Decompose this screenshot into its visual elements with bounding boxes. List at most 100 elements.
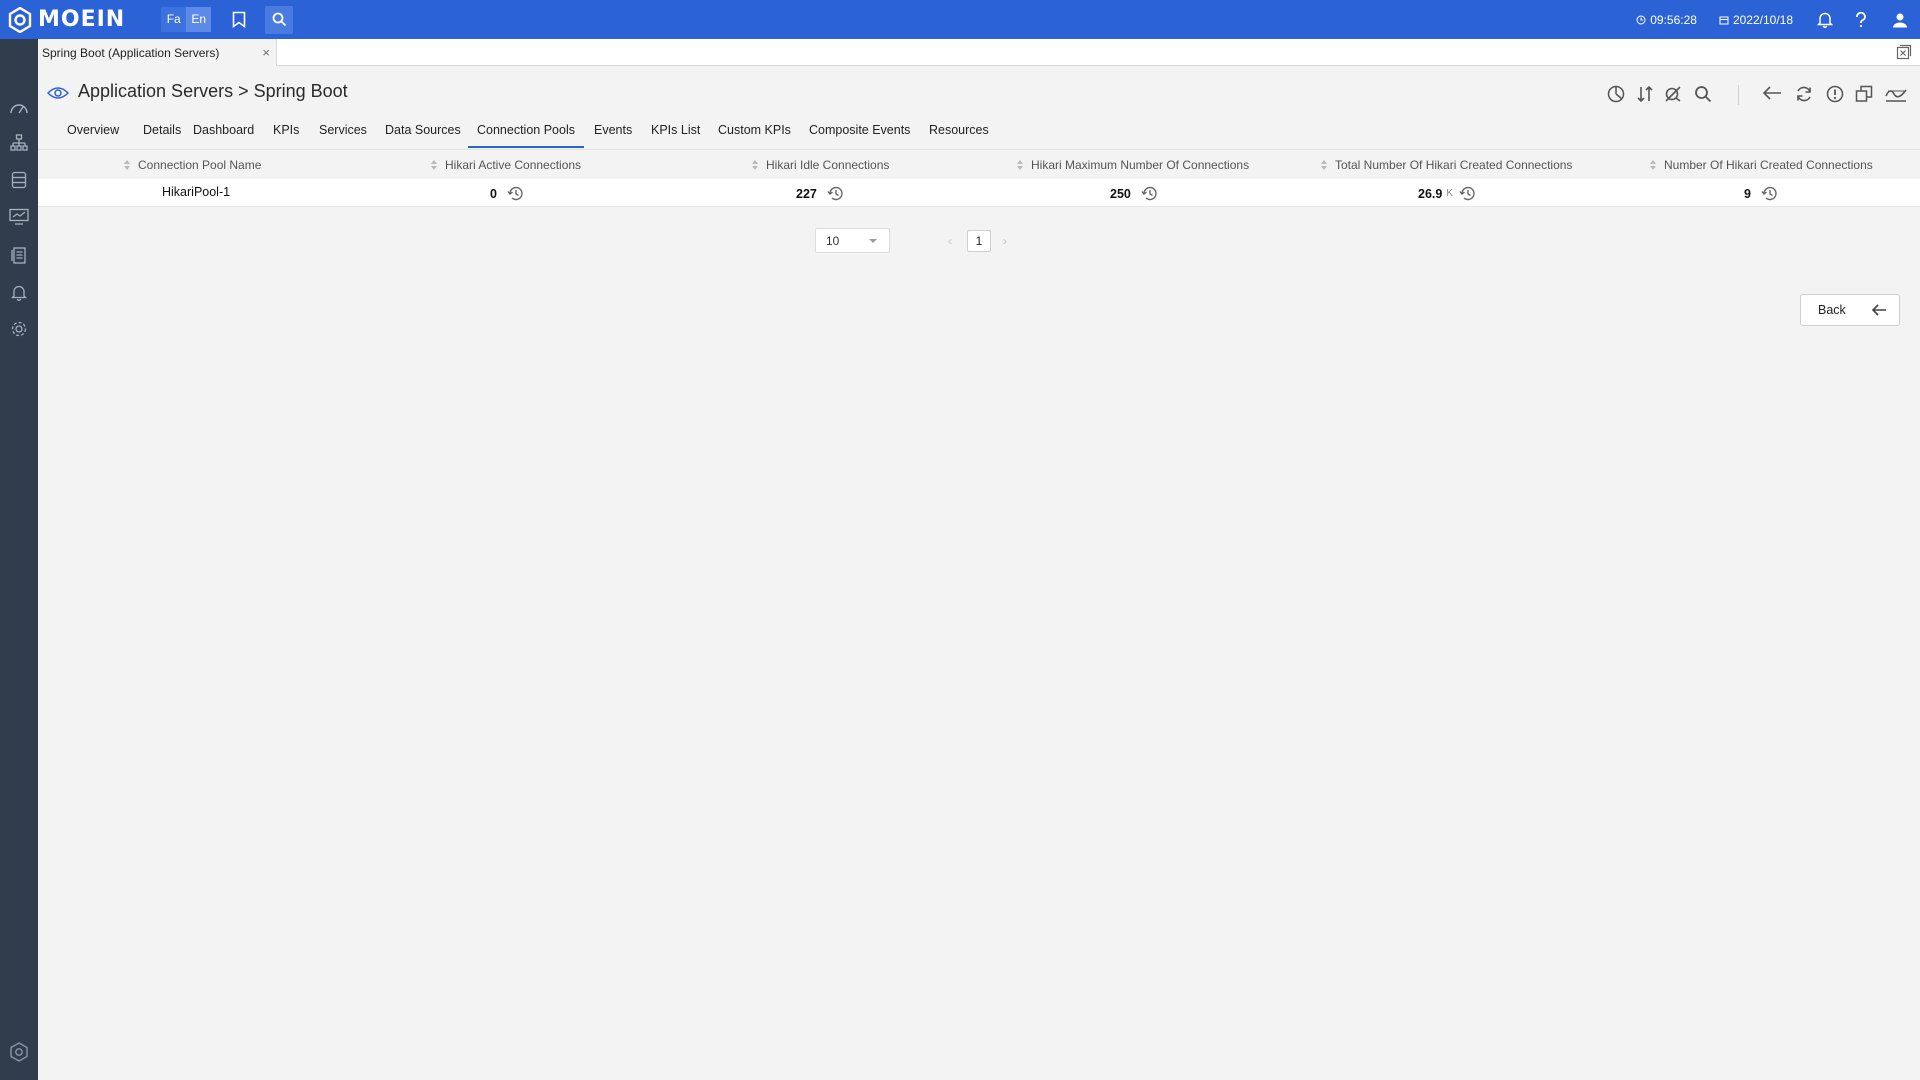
info-icon — [1826, 85, 1844, 103]
active-value: 0 — [490, 186, 497, 201]
tab-kpis-list[interactable]: KPIs List — [642, 120, 709, 148]
sidebar-item-brand[interactable] — [8, 1041, 30, 1063]
tab-overview[interactable]: Overview — [58, 120, 128, 148]
history-icon[interactable] — [1761, 185, 1778, 202]
date: 2022/10/18 — [1719, 13, 1793, 27]
page-title: Application Servers > Spring Boot — [78, 81, 348, 101]
info-button[interactable] — [1826, 85, 1844, 108]
sidebar-item-alerts[interactable] — [8, 281, 30, 303]
sort-icon[interactable] — [1017, 160, 1023, 170]
wave-button[interactable] — [1885, 85, 1907, 108]
idle-value: 227 — [796, 186, 817, 201]
sort-icon[interactable] — [752, 160, 758, 170]
app-logo[interactable]: MOEIN — [7, 6, 125, 33]
monitor-icon — [9, 208, 29, 225]
bookmark-button[interactable] — [225, 6, 253, 34]
toolbar-divider — [1738, 85, 1739, 105]
arrow-left-icon — [1871, 303, 1887, 320]
sort-button[interactable] — [1637, 85, 1653, 108]
cell-active: 0 — [490, 185, 524, 202]
search-button[interactable] — [1694, 85, 1712, 108]
chart-button[interactable] — [1607, 85, 1625, 108]
close-all-icon — [1896, 44, 1912, 60]
eye-icon[interactable] — [46, 86, 70, 105]
back-nav-button[interactable] — [1762, 85, 1782, 106]
page-number-button[interactable]: 1 — [967, 230, 991, 252]
column-header-total-created[interactable]: Total Number Of Hikari Created Connectio… — [1321, 158, 1572, 172]
sort-icon[interactable] — [1321, 160, 1327, 170]
connection-pools-table: Connection Pool Name Hikari Active Conne… — [38, 149, 1920, 207]
cell-created: 9 — [1744, 185, 1778, 202]
clock-time: 09:56:28 — [1650, 12, 1697, 27]
sidebar-item-topology[interactable] — [8, 132, 30, 154]
next-page-button[interactable]: › — [1003, 234, 1007, 248]
history-icon[interactable] — [1459, 185, 1476, 202]
section-tabs: Overview Details Dashboard KPIs Services… — [38, 120, 1920, 148]
lang-fa-button[interactable]: Fa — [161, 7, 187, 32]
copy-button[interactable] — [1855, 85, 1873, 108]
prev-page-button[interactable]: ‹ — [948, 234, 952, 248]
page-size-select[interactable]: 10 — [815, 228, 890, 253]
chevron-down-icon — [869, 239, 877, 243]
column-header-pool-name[interactable]: Connection Pool Name — [124, 158, 261, 172]
user-menu-button[interactable] — [1892, 12, 1908, 28]
history-icon[interactable] — [827, 185, 844, 202]
tab-data-sources[interactable]: Data Sources — [376, 120, 470, 148]
history-icon[interactable] — [1141, 185, 1158, 202]
clock: 09:56:28 — [1636, 13, 1697, 27]
sort-icon[interactable] — [431, 160, 437, 170]
tab-close-button[interactable]: × — [262, 45, 270, 60]
help-icon — [1856, 11, 1866, 27]
cell-pool-name: HikariPool-1 — [162, 185, 231, 199]
sort-icon[interactable] — [124, 160, 130, 170]
tab-services[interactable]: Services — [310, 120, 376, 148]
tab-composite-events[interactable]: Composite Events — [800, 120, 919, 148]
document-tabs: Spring Boot (Application Servers) × — [38, 39, 1920, 66]
sidebar — [0, 39, 38, 1080]
lang-en-button[interactable]: En — [186, 7, 212, 32]
column-header-active[interactable]: Hikari Active Connections — [431, 158, 581, 172]
chart-icon — [1607, 85, 1625, 103]
top-bar: MOEIN Fa En 09:56:28 2022/10/18 — [0, 0, 1920, 39]
table-row[interactable]: HikariPool-1 0 227 250 26.9 K 9 — [38, 179, 1920, 207]
sidebar-item-dashboard[interactable] — [8, 97, 30, 119]
tab-kpis[interactable]: KPIs — [264, 120, 308, 148]
tab-label: Spring Boot (Application Servers) — [42, 45, 220, 60]
tab-custom-kpis[interactable]: Custom KPIs — [709, 120, 800, 148]
sidebar-item-monitor[interactable] — [8, 206, 30, 228]
max-value: 250 — [1110, 186, 1131, 201]
sidebar-item-database[interactable] — [8, 169, 30, 191]
history-icon[interactable] — [507, 185, 524, 202]
tab-dashboard[interactable]: Dashboard — [184, 120, 263, 148]
global-search-button[interactable] — [265, 5, 294, 34]
sidebar-item-settings[interactable] — [8, 318, 30, 340]
tab-details[interactable]: Details — [134, 120, 190, 148]
back-button[interactable]: Back — [1800, 294, 1900, 326]
column-header-idle[interactable]: Hikari Idle Connections — [752, 158, 889, 172]
filter-off-button[interactable] — [1664, 85, 1682, 108]
cell-idle: 227 — [796, 185, 844, 202]
tab-resources[interactable]: Resources — [920, 120, 998, 148]
tab-spring-boot[interactable]: Spring Boot (Application Servers) × — [38, 39, 277, 66]
settings-icon — [11, 321, 27, 337]
user-icon — [1893, 13, 1907, 27]
current-date: 2022/10/18 — [1732, 12, 1793, 27]
logo-mark-icon — [8, 6, 32, 33]
notifications-button[interactable] — [1817, 11, 1833, 28]
column-header-created[interactable]: Number Of Hikari Created Connections — [1650, 158, 1873, 172]
close-all-tabs-button[interactable] — [1896, 44, 1912, 65]
back-arrow-icon — [1762, 86, 1781, 100]
refresh-button[interactable] — [1795, 85, 1813, 108]
cell-total-created: 26.9 K — [1418, 185, 1476, 202]
column-header-max[interactable]: Hikari Maximum Number Of Connections — [1017, 158, 1249, 172]
sort-icon — [1637, 85, 1653, 103]
filter-off-icon — [1665, 86, 1681, 102]
tab-events[interactable]: Events — [585, 120, 641, 148]
refresh-icon — [1797, 86, 1811, 102]
tab-connection-pools[interactable]: Connection Pools — [468, 120, 584, 148]
page-size-value: 10 — [826, 234, 840, 248]
calendar-icon — [1719, 16, 1729, 24]
help-button[interactable] — [1855, 11, 1867, 28]
sort-icon[interactable] — [1650, 160, 1656, 170]
sidebar-item-reports[interactable] — [8, 244, 30, 266]
